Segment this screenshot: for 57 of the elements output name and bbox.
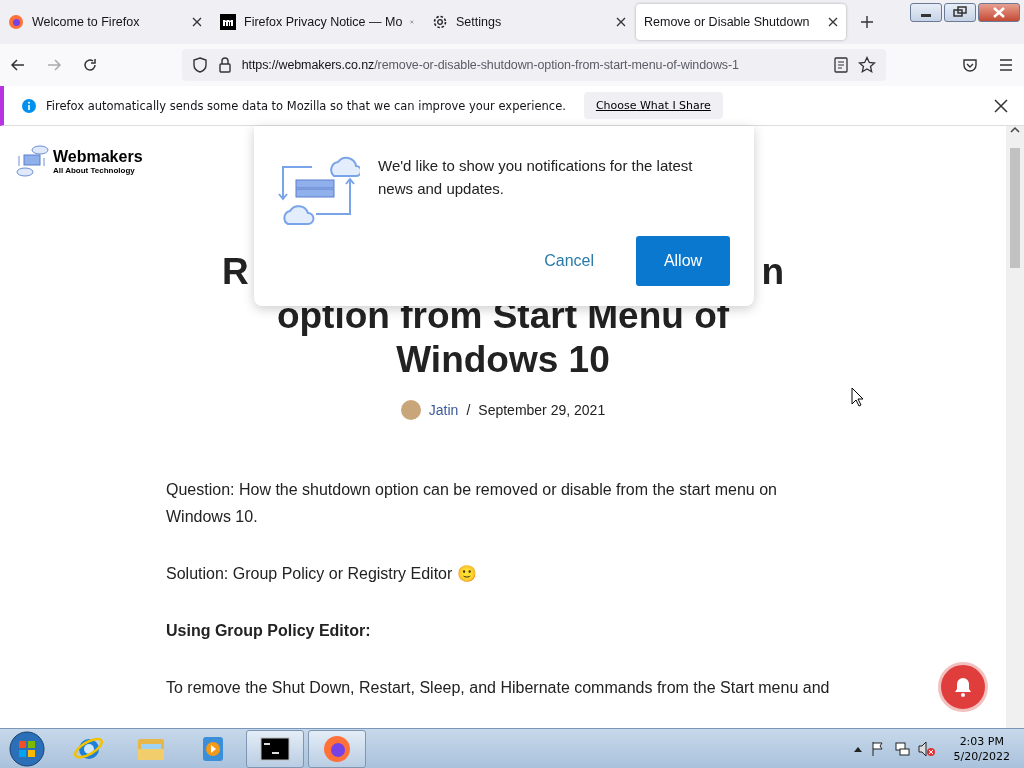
author-avatar [400,400,421,420]
reader-view-icon[interactable] [834,57,849,73]
close-icon[interactable] [616,17,626,27]
scroll-thumb[interactable] [1010,148,1020,268]
paragraph: Question: How the shutdown option can be removed or disable from the start menu on Windows 10. [166,480,778,527]
mouse-cursor-icon [851,387,865,407]
browser-tab[interactable]: Settings [424,4,634,40]
meta-separator: / [466,402,471,418]
minimize-icon[interactable] [910,3,942,22]
new-tab-icon[interactable] [860,15,874,29]
author-link[interactable]: Jatin [428,402,459,418]
title-fragment: n [761,250,784,294]
notification-bell-button[interactable] [938,662,988,712]
shield-icon[interactable] [191,57,208,73]
logo-name[interactable]: Webmakers [53,147,143,166]
section-heading: Using Group Policy Editor: [166,621,372,641]
back-icon[interactable] [9,57,26,73]
close-icon[interactable] [994,98,1008,113]
post-date: September 29, 2021 [478,402,606,418]
close-icon[interactable] [828,17,838,27]
choose-what-i-share-button[interactable]: Choose What I Share [583,92,723,119]
restore-icon[interactable] [944,3,976,22]
address-bar[interactable]: https://webmakers.co.nz/remove-or-disable-shutdown-option-from-start-menu-of-windows-1 [181,49,887,81]
flag-icon[interactable] [869,740,886,757]
volume-muted-icon[interactable] [917,740,936,757]
star-icon[interactable] [858,56,877,74]
pocket-icon[interactable] [962,57,979,73]
clock-date[interactable]: 5/20/2022 [953,748,1010,764]
logo-tagline: All About Technology [53,165,136,175]
clock-time[interactable]: 2:03 PM [959,733,1004,749]
bell-icon [952,676,974,698]
close-icon[interactable] [192,17,202,27]
network-icon[interactable] [893,740,910,757]
browser-tab[interactable]: Firefox Privacy Notice — Mo [212,4,422,40]
article-title: Windows 10 [396,338,610,382]
tray-arrow-icon[interactable] [853,745,862,752]
taskbar-app[interactable] [246,729,304,768]
menu-icon[interactable] [998,58,1015,72]
reload-icon[interactable] [81,57,98,73]
paragraph: Solution: Group Policy or Registry Editor 🙂 [166,564,478,584]
info-icon [22,98,36,113]
title-fragment: R [222,250,249,294]
paragraph: To remove the Shut Down, Restart, Sleep, and Hibernate commands from the Start menu and [166,678,831,698]
browser-tab[interactable]: Remove or Disable Shutdown [636,4,846,40]
cancel-button[interactable]: Cancel [538,251,600,271]
info-message: Firefox automatically sends some data to Mozilla so that we can improve your experience. [46,98,566,113]
start-button[interactable] [8,729,46,768]
scrollbar[interactable] [1006,126,1024,728]
firefox-icon [8,14,24,30]
prompt-message: We'd like to show you notifications for the latest news and updates. [378,156,694,199]
cloud-server-icon [16,144,50,178]
mozilla-icon [220,14,236,30]
scroll-up-icon[interactable] [1010,126,1020,134]
lock-icon [217,57,232,73]
browser-tab[interactable]: Welcome to Firefox [0,4,210,40]
settings-icon [432,14,448,30]
allow-button[interactable]: Allow [636,236,730,286]
